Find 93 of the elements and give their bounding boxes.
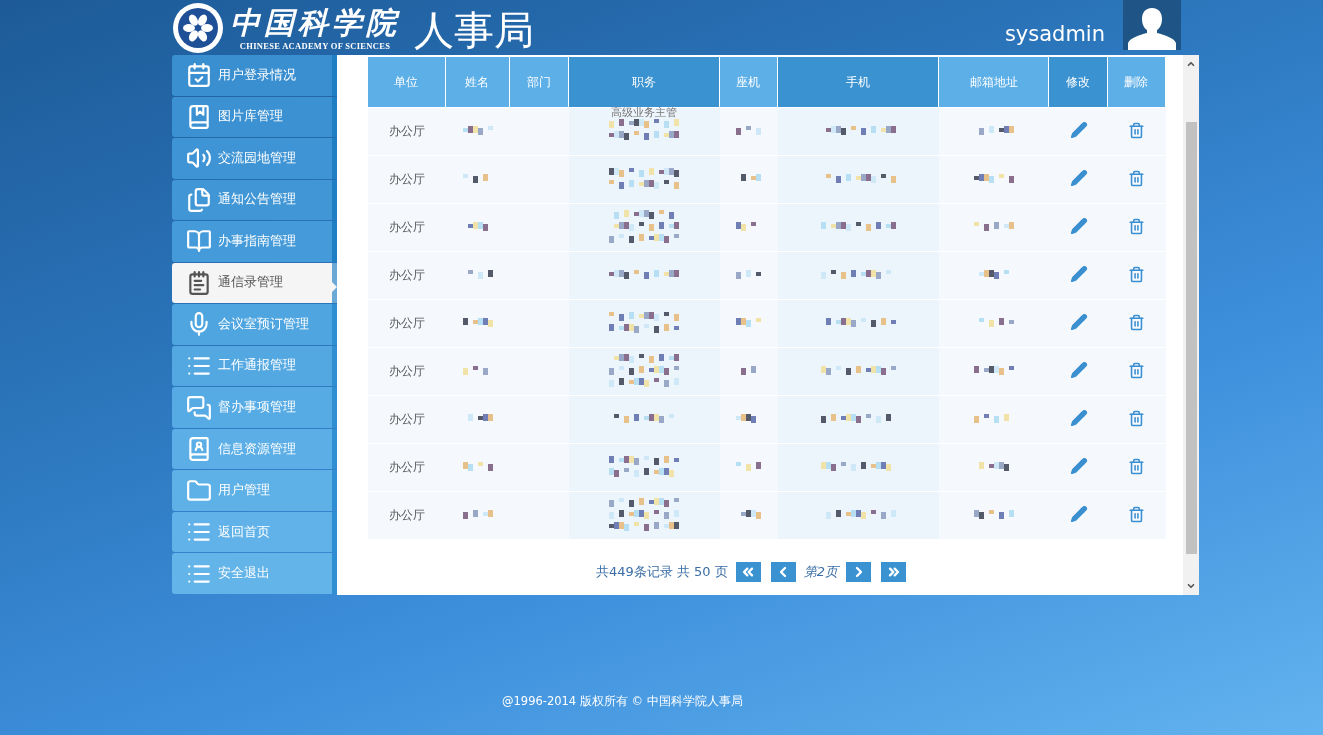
pixelated-text-drawing (609, 353, 680, 390)
edit-icon[interactable] (1069, 457, 1088, 475)
column-header: 单位 (368, 57, 446, 107)
pixelated-text-drawing (463, 125, 493, 138)
trash-icon[interactable] (1128, 505, 1146, 523)
sidebar-item[interactable]: 督办事项管理 (172, 387, 337, 428)
sidebar-item[interactable]: 通知公告管理 (172, 179, 337, 221)
column-header: 修改 (1049, 57, 1108, 107)
pixelated-text-drawing (463, 461, 493, 474)
pixelated-text-drawing (609, 497, 680, 534)
trash-icon[interactable] (1128, 217, 1146, 235)
table-cell: 办公厅 (388, 412, 425, 426)
pixelated-text-drawing (736, 317, 762, 330)
scroll-down-icon[interactable] (1186, 581, 1196, 591)
column-header: 邮箱地址 (939, 57, 1050, 107)
edit-icon[interactable] (1069, 409, 1088, 427)
edit-icon[interactable] (1069, 121, 1088, 139)
pixelated-text-drawing (463, 317, 493, 330)
pixelated-text-drawing (974, 509, 1015, 522)
pixelated-text-drawing (609, 269, 680, 282)
edit-icon[interactable] (1069, 313, 1088, 331)
trash-icon[interactable] (1128, 409, 1146, 427)
scroll-up-icon[interactable] (1186, 59, 1196, 69)
sidebar-item[interactable]: 用户登录情况 (172, 55, 337, 96)
org-name-english: CHINESE ACADEMY OF SCIENCES (239, 40, 391, 51)
column-header: 部门 (510, 57, 569, 107)
calendar-check-icon (186, 62, 212, 89)
table-cell: 办公厅 (388, 316, 425, 330)
edit-icon[interactable] (1069, 265, 1088, 283)
department-title: 人事局 (414, 5, 534, 54)
sidebar-item[interactable]: 用户管理 (172, 470, 337, 511)
trash-icon[interactable] (1128, 265, 1146, 283)
sidebar-item[interactable]: 图片库管理 (172, 96, 337, 138)
org-name: 中国科学院 (230, 4, 400, 41)
table-cell: 办公厅 (388, 364, 425, 378)
sidebar-item[interactable]: 安全退出 (172, 553, 337, 594)
pixelated-text-drawing (609, 209, 680, 246)
bookmark-book-icon (186, 103, 212, 130)
next-page-button[interactable] (846, 562, 871, 582)
edit-icon[interactable] (1069, 169, 1088, 187)
record-summary: 共449条记录 共 50 页 (595, 563, 728, 581)
notepad-icon (186, 269, 212, 296)
emblem-logo-icon (172, 1, 224, 54)
open-book-icon (186, 228, 212, 255)
sidebar-item[interactable]: 返回首页 (172, 511, 337, 553)
pixelated-text-drawing (609, 118, 680, 143)
table-cell: 办公厅 (388, 172, 425, 186)
pixelated-text-drawing (736, 461, 762, 474)
pixelated-text-drawing (609, 455, 680, 480)
trash-icon[interactable] (1128, 169, 1146, 187)
column-header: 职务 (568, 57, 720, 107)
pixelated-text-drawing (736, 269, 762, 282)
username: sysadmin (1004, 20, 1105, 46)
contact-book-icon (186, 436, 212, 463)
sidebar-item[interactable]: 信息资源管理 (172, 428, 337, 470)
sidebar-item[interactable]: 会议室预订管理 (172, 304, 337, 345)
trash-icon[interactable] (1128, 361, 1146, 379)
sidebar-item[interactable]: 工作通报管理 (172, 345, 337, 387)
table-cell: 办公厅 (388, 508, 425, 522)
last-page-button[interactable] (881, 562, 906, 582)
edit-icon[interactable] (1069, 361, 1088, 379)
column-header: 座机 (719, 57, 778, 107)
trash-icon[interactable] (1128, 313, 1146, 331)
first-page-button[interactable] (735, 562, 761, 582)
column-header: 删除 (1107, 57, 1166, 107)
pixelated-text-drawing (609, 311, 680, 336)
column-header: 手机 (777, 57, 940, 107)
table-cell-text: 高级业务主管 (610, 106, 679, 119)
previous-page-button[interactable] (770, 562, 796, 582)
pixelated-text-drawing (974, 221, 1015, 234)
pixelated-text-drawing (463, 509, 493, 522)
sidebar-item[interactable]: 通信录管理 (172, 262, 337, 304)
copyright-text: @1996-2014 版权所有 © 中国科学院人事局 (502, 694, 744, 709)
pixelated-text-drawing (974, 365, 1015, 378)
column-header: 姓名 (445, 57, 511, 107)
table-cell: 办公厅 (388, 460, 425, 474)
chat-bubbles-icon (186, 394, 212, 421)
pixelated-text-drawing (736, 125, 762, 138)
pixelated-text-drawing (609, 167, 680, 192)
table-cell: 办公厅 (388, 268, 425, 282)
sidebar-item[interactable]: 交流园地管理 (172, 138, 337, 179)
table-cell: 办公厅 (388, 124, 425, 138)
edit-icon[interactable] (1069, 217, 1088, 235)
current-page-link[interactable]: 第2页 (803, 563, 838, 581)
pixelated-text-drawing (974, 173, 1015, 186)
scrollbar[interactable] (1183, 55, 1199, 595)
edit-icon[interactable] (1069, 505, 1088, 523)
folder-icon (186, 477, 212, 504)
trash-icon[interactable] (1128, 457, 1146, 475)
document-icon (186, 186, 212, 213)
table-cell: 办公厅 (388, 220, 425, 234)
sidebar-item[interactable]: 办事指南管理 (172, 221, 337, 262)
trash-icon[interactable] (1128, 121, 1146, 139)
